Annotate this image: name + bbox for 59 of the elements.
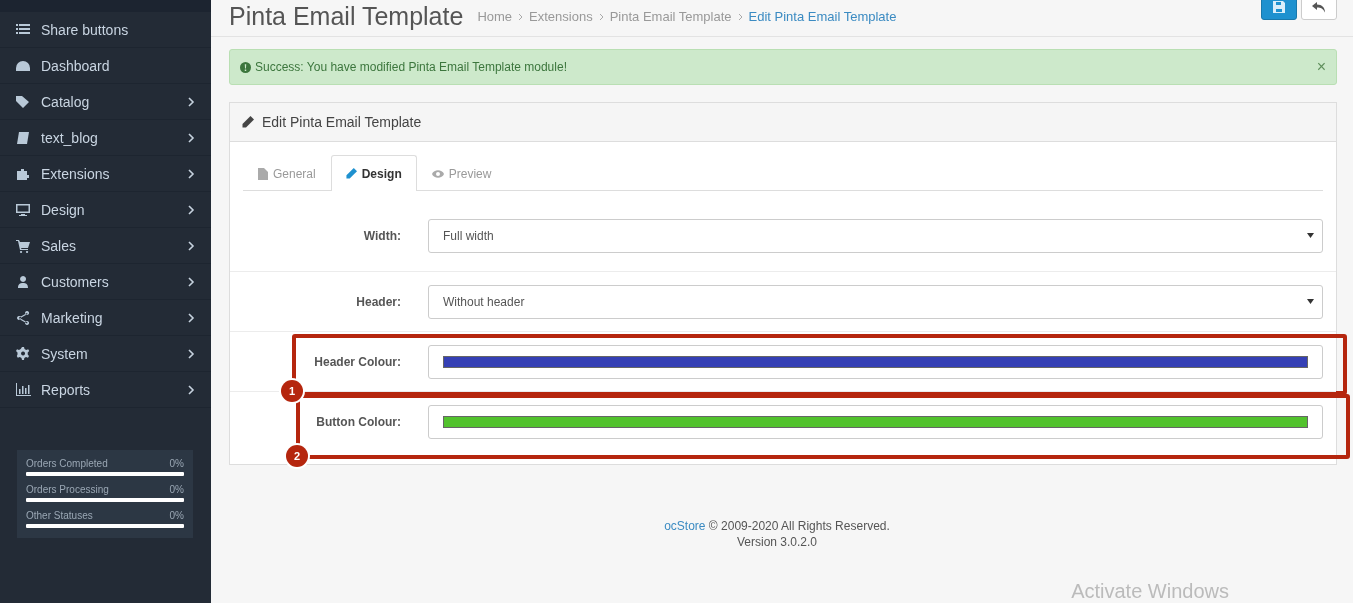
user-icon (16, 274, 31, 289)
caret-down-icon (1307, 299, 1314, 304)
annotation-number: 1 (281, 380, 303, 402)
list-icon (16, 22, 31, 37)
exclamation-circle-icon (240, 61, 251, 73)
stat-reading: 0% (169, 458, 184, 469)
chevron-right-icon (737, 12, 743, 21)
pencil-icon (242, 116, 254, 128)
panel-title: Edit Pinta Email Template (262, 114, 422, 130)
document-icon (258, 167, 268, 180)
sidebar-item[interactable]: System (0, 336, 211, 372)
field-label: Button Colour: (315, 414, 402, 429)
sidebar-item[interactable]: Sales (0, 228, 211, 264)
share-icon (16, 310, 31, 325)
field-label: Header Colour: (313, 354, 402, 369)
sidebar-item[interactable]: text_blog (0, 120, 211, 156)
sidebar-item[interactable]: Extensions (0, 156, 211, 192)
stat-label: Other Statuses (26, 510, 93, 521)
sidebar-item[interactable]: Customers (0, 264, 211, 300)
page-title: Pinta Email Template (229, 2, 464, 30)
stat-label: Orders Processing (26, 484, 109, 495)
select-field[interactable]: Full width (428, 218, 1323, 253)
sidebar-item[interactable]: Catalog (0, 84, 211, 120)
sidebar-item[interactable]: Dashboard (0, 48, 211, 84)
stat-reading: 0% (169, 510, 184, 521)
chevron-right-icon (598, 12, 604, 21)
puzzle-icon (16, 166, 31, 181)
breadcrumb-link[interactable]: Edit Pinta Email Template (748, 9, 897, 24)
annotation-number: 2 (286, 445, 308, 467)
caret-down-icon (1307, 233, 1314, 238)
chevron-right-icon (518, 12, 524, 21)
eye-icon (431, 169, 444, 178)
cart-icon (16, 238, 31, 253)
sidebar-item[interactable]: Reports (0, 372, 211, 408)
field-label: Width: (362, 228, 402, 243)
pencil-icon (345, 168, 357, 179)
bar-chart-icon (16, 382, 31, 397)
dashboard-icon (16, 58, 31, 73)
activation-notice: Activate Windows (1071, 580, 1229, 603)
select-field[interactable]: Without header (428, 284, 1323, 319)
stat-reading: 0% (169, 484, 184, 495)
gear-icon (16, 346, 31, 361)
stat-label: Orders Completed (26, 458, 108, 469)
book-icon (16, 130, 31, 145)
sidebar-item[interactable]: Marketing (0, 300, 211, 336)
sidebar-item[interactable]: Share buttons (0, 12, 211, 48)
tab[interactable]: Design (330, 155, 417, 191)
reply-arrow-icon (1312, 2, 1326, 13)
brand-link[interactable]: ocStore (664, 519, 706, 533)
field-label: Header: (355, 294, 402, 309)
alert-message: Success: You have modified Pinta Email Template module! (255, 60, 568, 74)
monitor-icon (16, 202, 31, 217)
sidebar-item[interactable]: Design (0, 192, 211, 228)
version-text: Version 3.0.2.0 (735, 534, 819, 550)
color-field[interactable] (428, 404, 1323, 439)
copyright-text: ocStore © 2009-2020 All Rights Reserved. (663, 518, 891, 534)
tag-icon (16, 94, 31, 109)
floppy-disk-icon (1273, 1, 1285, 13)
color-field[interactable] (428, 344, 1323, 379)
